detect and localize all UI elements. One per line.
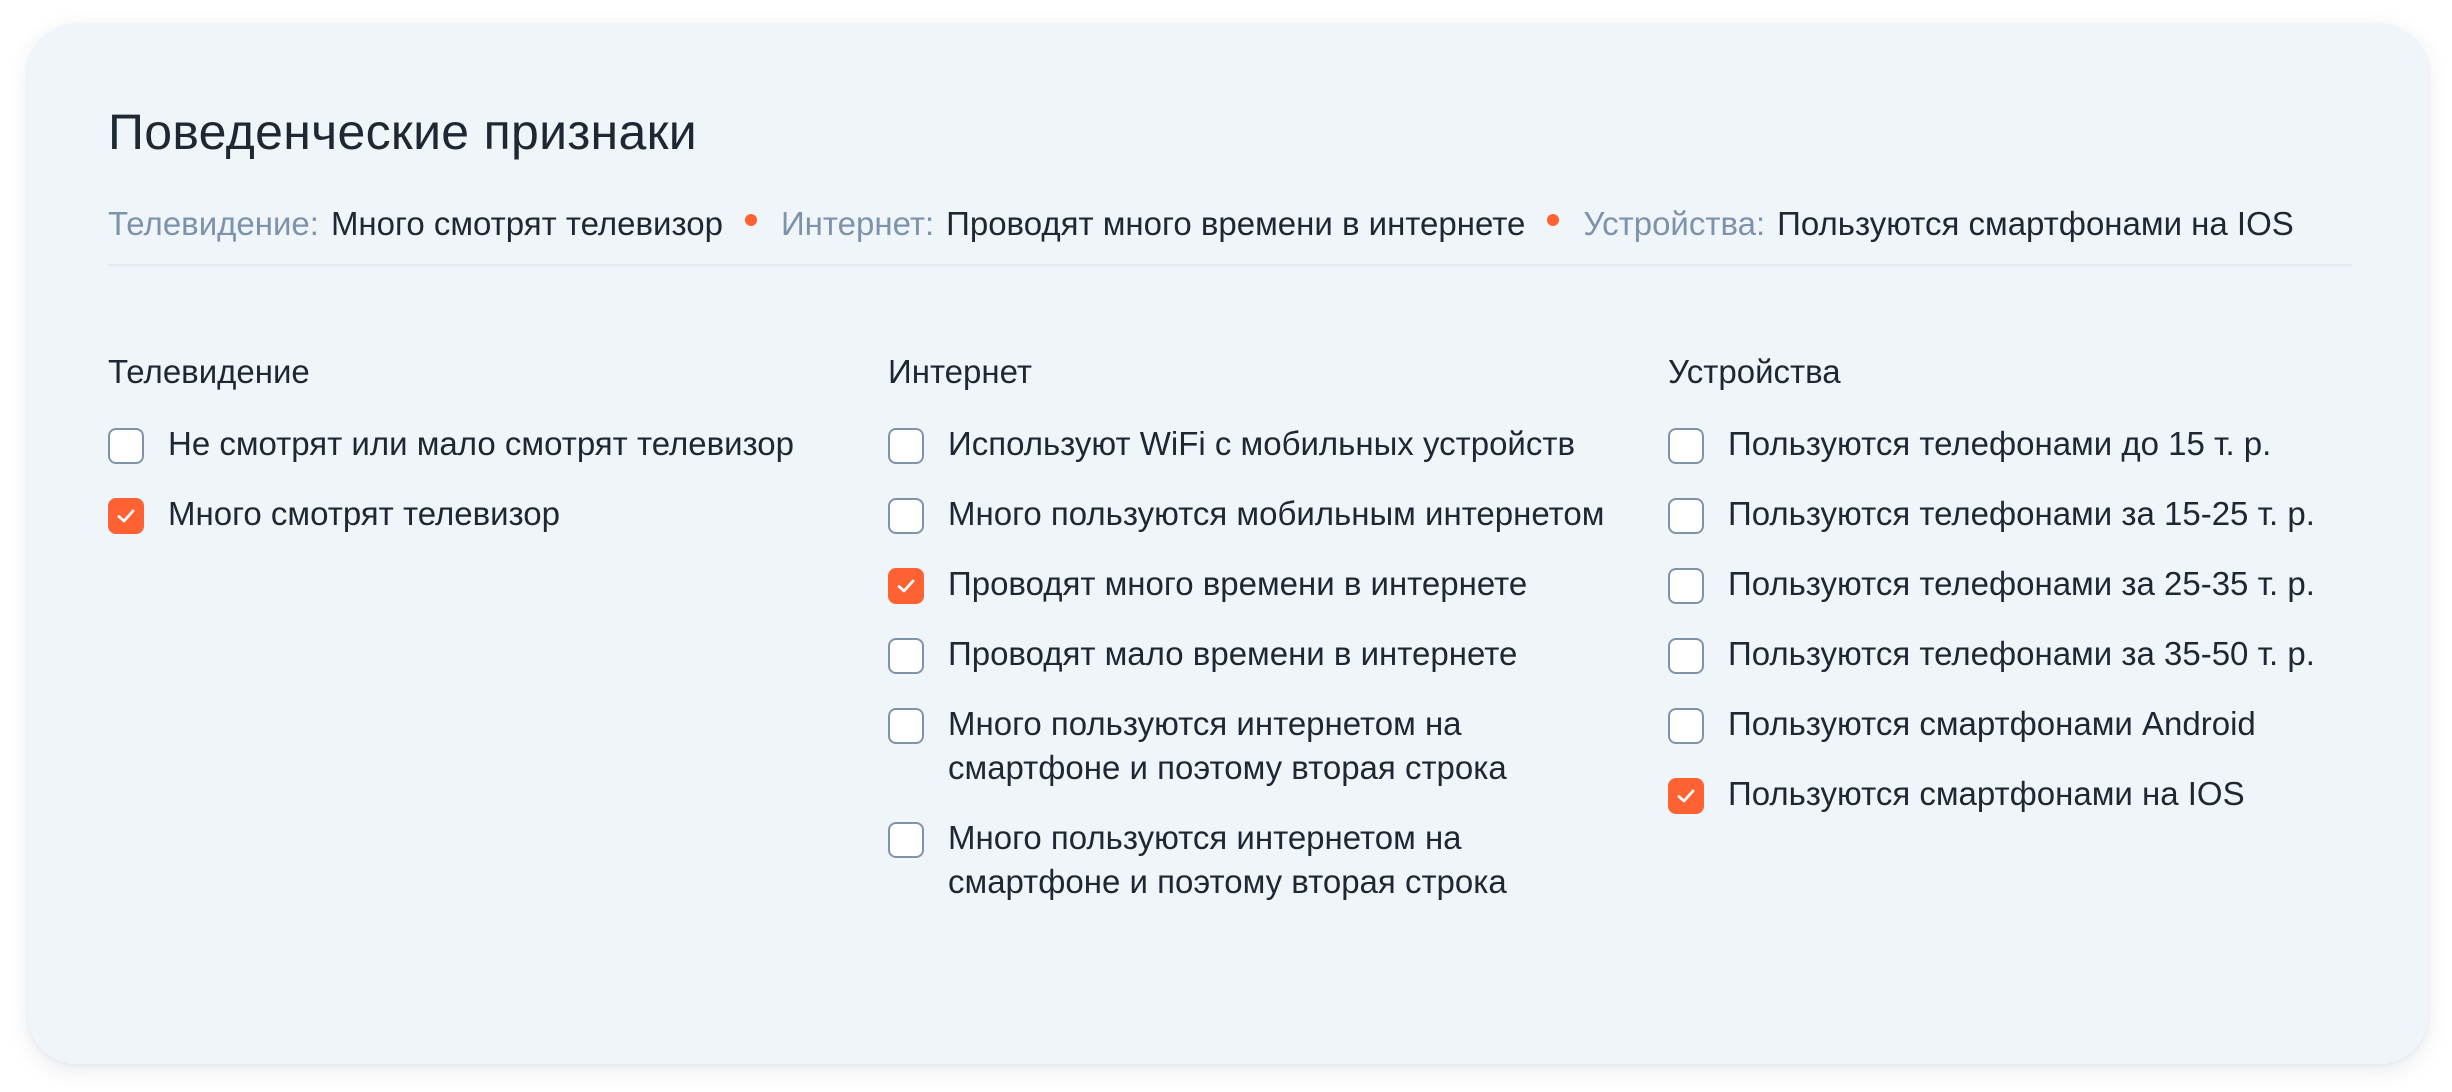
checkbox-icon[interactable] xyxy=(1668,638,1704,674)
option-label: Много смотрят телевизор xyxy=(168,495,561,532)
option-checkbox[interactable]: Проводят мало времени в интернете xyxy=(888,632,1604,676)
option-label: Пользуются смартфонами на IOS xyxy=(1728,775,2245,812)
summary-key-devices: Устройства: xyxy=(1583,205,1766,242)
option-checkbox[interactable]: Много пользуются интернетом на смартфоне… xyxy=(888,702,1604,790)
checkbox-icon[interactable] xyxy=(1668,708,1704,744)
option-checkbox[interactable]: Пользуются смартфонами на IOS xyxy=(1668,772,2315,816)
option-checkbox[interactable]: Используют WiFi с мобильных устройств xyxy=(888,422,1604,466)
column-internet: Интернет Используют WiFi с мобильных уст… xyxy=(888,352,1604,930)
option-label: Много пользуются мобильным интернетом xyxy=(948,495,1605,532)
column-devices: Устройства Пользуются телефонами до 15 т… xyxy=(1668,352,2315,842)
checkbox-icon[interactable] xyxy=(888,708,924,744)
checkbox-checked-icon[interactable] xyxy=(108,498,144,534)
option-checkbox[interactable]: Пользуются телефонами за 15-25 т. р. xyxy=(1668,492,2315,536)
separator-dot xyxy=(1547,214,1560,226)
checkbox-checked-icon[interactable] xyxy=(1668,778,1704,814)
checkbox-icon[interactable] xyxy=(888,428,924,464)
checkbox-icon[interactable] xyxy=(108,428,144,464)
option-label: Используют WiFi с мобильных устройств xyxy=(948,425,1575,462)
option-checkbox[interactable]: Пользуются телефонами до 15 т. р. xyxy=(1668,422,2315,466)
option-label: Много пользуются интернетом на смартфоне… xyxy=(948,819,1507,900)
option-checkbox[interactable]: Много пользуются мобильным интернетом xyxy=(888,492,1604,536)
option-label: Пользуются смартфонами Android xyxy=(1728,705,2256,742)
column-tv: Телевидение Не смотрят или мало смотрят … xyxy=(108,352,794,562)
summary-value-tv: Много смотрят телевизор xyxy=(330,205,723,242)
option-label: Пользуются телефонами за 35-50 т. р. xyxy=(1728,635,2315,672)
column-title-tv: Телевидение xyxy=(108,353,310,390)
checkbox-icon[interactable] xyxy=(888,638,924,674)
selected-summary: Телевидение: Много смотрят телевизор Инт… xyxy=(108,204,2294,244)
option-checkbox[interactable]: Много смотрят телевизор xyxy=(108,492,794,536)
checkbox-checked-icon[interactable] xyxy=(888,568,924,604)
option-label: Пользуются телефонами за 15-25 т. р. xyxy=(1728,495,2315,532)
option-checkbox[interactable]: Пользуются смартфонами Android xyxy=(1668,702,2315,746)
option-label: Проводят много времени в интернете xyxy=(948,565,1528,602)
checkbox-icon[interactable] xyxy=(888,822,924,858)
summary-value-internet: Проводят много времени в интернете xyxy=(946,205,1526,242)
option-checkbox[interactable]: Проводят много времени в интернете xyxy=(888,562,1604,606)
checkbox-icon[interactable] xyxy=(1668,428,1704,464)
option-checkbox[interactable]: Пользуются телефонами за 35-50 т. р. xyxy=(1668,632,2315,676)
checkbox-icon[interactable] xyxy=(888,498,924,534)
column-title-devices: Устройства xyxy=(1668,353,1841,390)
page-title: Поведенческие признаки xyxy=(108,104,697,160)
option-label: Пользуются телефонами до 15 т. р. xyxy=(1728,425,2272,462)
summary-key-internet: Интернет: xyxy=(780,205,935,242)
checkbox-icon[interactable] xyxy=(1668,568,1704,604)
option-checkbox[interactable]: Пользуются телефонами за 25-35 т. р. xyxy=(1668,562,2315,606)
option-label: Проводят мало времени в интернете xyxy=(948,635,1518,672)
column-title-internet: Интернет xyxy=(888,353,1032,390)
divider xyxy=(108,264,2352,266)
summary-value-devices: Пользуются смартфонами на IOS xyxy=(1777,205,2294,242)
option-label: Не смотрят или мало смотрят телевизор xyxy=(168,425,795,462)
checkbox-icon[interactable] xyxy=(1668,498,1704,534)
separator-dot xyxy=(744,214,757,226)
option-label: Пользуются телефонами за 25-35 т. р. xyxy=(1728,565,2315,602)
option-checkbox[interactable]: Не смотрят или мало смотрят телевизор xyxy=(108,422,794,466)
option-label: Много пользуются интернетом на смартфоне… xyxy=(948,705,1507,786)
behavior-card: Поведенческие признаки Телевидение: Мног… xyxy=(28,24,2428,1064)
summary-key-tv: Телевидение: xyxy=(108,205,319,242)
option-checkbox[interactable]: Много пользуются интернетом на смартфоне… xyxy=(888,816,1604,904)
